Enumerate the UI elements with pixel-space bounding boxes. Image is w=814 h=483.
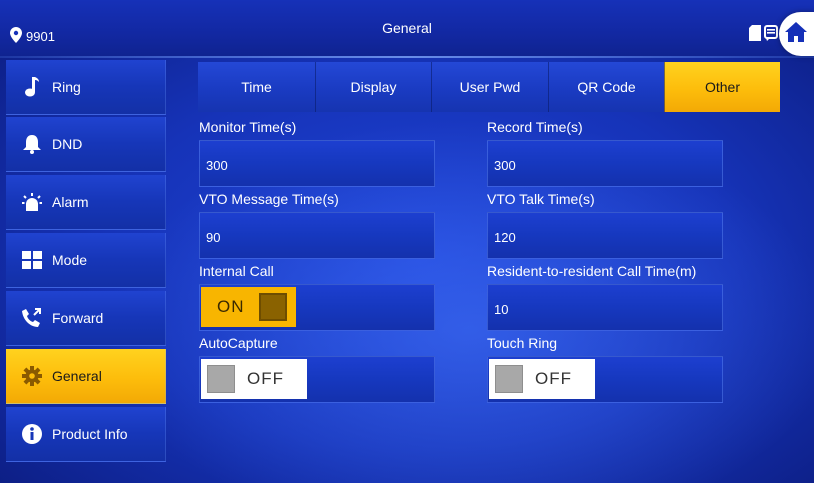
resident-call-time-label: Resident-to-resident Call Time(m) — [487, 263, 697, 279]
record-time-field[interactable]: 300 — [487, 140, 723, 187]
sidebar-item-label: Ring — [52, 79, 81, 95]
siren-icon — [22, 192, 42, 212]
auto-capture-toggle[interactable]: OFF — [201, 359, 307, 399]
screen: 9901 General Ring DND Alarm Mode Forward… — [0, 0, 814, 483]
sidebar-item-label: Forward — [52, 310, 104, 326]
mode-grid-icon — [22, 250, 42, 270]
sd-card-icon — [749, 25, 761, 46]
tab-user-pwd[interactable]: User Pwd — [431, 62, 548, 112]
tab-qr-code[interactable]: QR Code — [548, 62, 664, 112]
sidebar-item-label: General — [52, 368, 102, 384]
vto-talk-time-field[interactable]: 120 — [487, 212, 723, 259]
tab-time[interactable]: Time — [198, 62, 315, 112]
toggle-knob — [207, 365, 235, 393]
auto-capture-state: OFF — [247, 369, 284, 388]
toggle-knob — [495, 365, 523, 393]
home-icon — [785, 21, 807, 47]
sidebar-item-forward[interactable]: Forward — [6, 291, 166, 346]
vto-talk-time-label: VTO Talk Time(s) — [487, 191, 595, 207]
call-forward-icon — [22, 308, 42, 328]
touch-ring-state: OFF — [535, 369, 572, 388]
monitor-time-field[interactable]: 300 — [199, 140, 435, 187]
record-time-label: Record Time(s) — [487, 119, 583, 135]
home-button[interactable] — [779, 12, 814, 56]
internal-call-toggle[interactable]: ON — [201, 287, 296, 327]
message-icon — [764, 25, 778, 46]
info-icon — [22, 424, 42, 444]
tab-display[interactable]: Display — [315, 62, 431, 112]
top-bar: 9901 General — [0, 0, 814, 56]
page-title: General — [382, 20, 432, 36]
sidebar-item-product-info[interactable]: Product Info — [6, 407, 166, 462]
sidebar-item-general[interactable]: General — [6, 349, 166, 404]
bell-icon — [22, 134, 42, 154]
internal-call-label: Internal Call — [199, 263, 274, 279]
touch-ring-toggle[interactable]: OFF — [489, 359, 595, 399]
sidebar-item-label: Mode — [52, 252, 88, 268]
toggle-knob — [258, 293, 287, 321]
gear-icon — [22, 366, 42, 386]
sidebar-item-label: Alarm — [52, 194, 89, 210]
sidebar-item-mode[interactable]: Mode — [6, 233, 166, 288]
tab-other[interactable]: Other — [664, 62, 780, 112]
sidebar-item-alarm[interactable]: Alarm — [6, 175, 166, 230]
sidebar-item-label: Product Info — [52, 426, 128, 442]
touch-ring-label: Touch Ring — [487, 335, 558, 351]
internal-call-state: ON — [217, 297, 245, 316]
top-bar-divider — [0, 56, 814, 58]
sidebar-item-dnd[interactable]: DND — [6, 117, 166, 172]
sidebar-item-ring[interactable]: Ring — [6, 60, 166, 115]
vto-message-time-label: VTO Message Time(s) — [199, 191, 339, 207]
vto-message-time-field[interactable]: 90 — [199, 212, 435, 259]
sidebar-item-label: DND — [52, 136, 83, 152]
auto-capture-label: AutoCapture — [199, 335, 278, 351]
monitor-time-label: Monitor Time(s) — [199, 119, 297, 135]
music-note-icon — [22, 77, 42, 97]
resident-call-time-field[interactable]: 10 — [487, 284, 723, 331]
